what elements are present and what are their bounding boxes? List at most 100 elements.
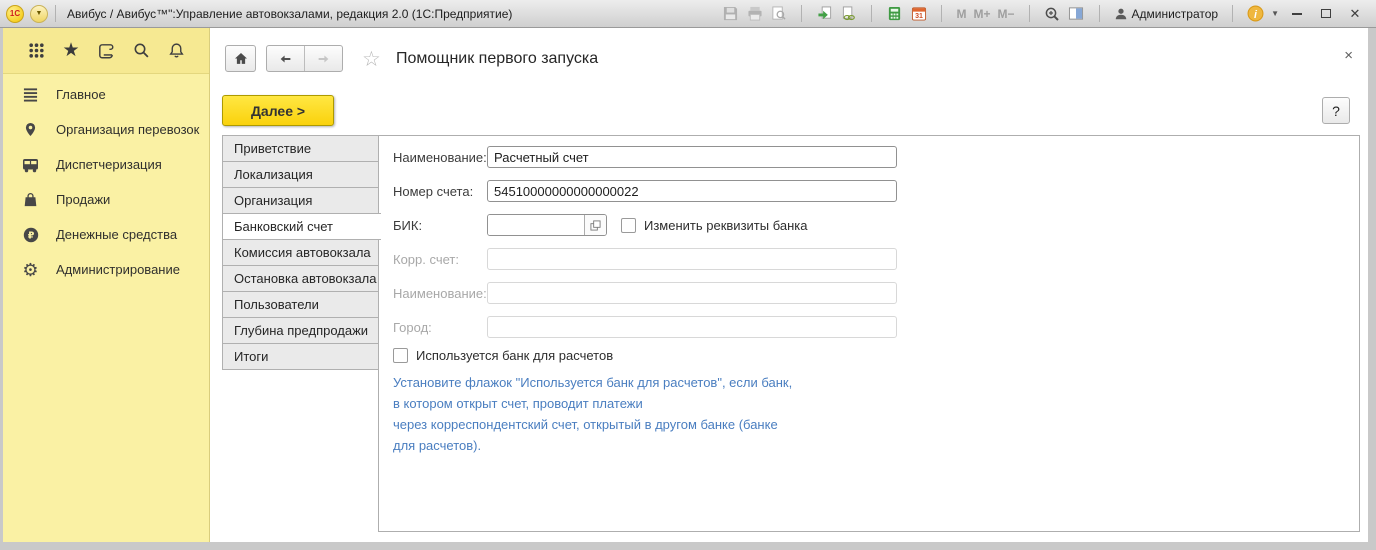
maximize-button[interactable] bbox=[1315, 5, 1337, 23]
help-button[interactable]: ? bbox=[1322, 97, 1350, 124]
sidebar-item-label: Главное bbox=[56, 87, 106, 102]
calendar-icon-glyph: 31 bbox=[911, 6, 927, 21]
tab-organization[interactable]: Организация bbox=[222, 187, 379, 214]
bik-input[interactable] bbox=[488, 215, 584, 235]
memory-add-button[interactable]: M+ bbox=[973, 7, 990, 21]
main-content: ☆ Помощник первого запуска × Далее > ? П… bbox=[210, 28, 1368, 542]
zoom-icon-glyph bbox=[1044, 6, 1060, 22]
next-button[interactable]: Далее > bbox=[222, 95, 334, 126]
account-number-field-label: Номер счета: bbox=[393, 184, 487, 199]
sections-sidebar: ★ Главное bbox=[3, 28, 210, 542]
gear-icon: ⚙ bbox=[20, 261, 41, 279]
memory-recall-button[interactable]: M bbox=[956, 7, 966, 21]
city-input[interactable] bbox=[487, 316, 897, 338]
tab-users[interactable]: Пользователи bbox=[222, 291, 379, 318]
info-icon[interactable]: i bbox=[1247, 5, 1264, 22]
sidebar-item-label: Организация перевозок bbox=[56, 122, 199, 137]
name-field-label: Наименование: bbox=[393, 150, 487, 165]
go-to-link-icon-glyph bbox=[841, 6, 857, 21]
get-link-icon-glyph bbox=[817, 6, 833, 21]
minimize-button[interactable] bbox=[1286, 5, 1308, 23]
tab-presale-depth[interactable]: Глубина предпродажи bbox=[222, 317, 379, 344]
ruble-coin-icon: ₽ bbox=[20, 227, 41, 243]
sidebar-item-money[interactable]: ₽ Денежные средства bbox=[3, 217, 209, 252]
sidebar-item-label: Администрирование bbox=[56, 262, 180, 277]
sidebar-item-main[interactable]: Главное bbox=[3, 77, 209, 112]
bank-name-field-label: Наименование: bbox=[393, 286, 487, 301]
info-dropdown-icon[interactable]: ▼ bbox=[1271, 9, 1279, 18]
zoom-icon[interactable] bbox=[1044, 5, 1061, 22]
home-button[interactable] bbox=[225, 45, 256, 72]
tab-station-stop[interactable]: Остановка автовокзала bbox=[222, 265, 379, 292]
tab-localization[interactable]: Локализация bbox=[222, 161, 379, 188]
sidebar-item-dispatching[interactable]: Диспетчеризация bbox=[3, 147, 209, 182]
bell-icon-glyph bbox=[168, 42, 185, 59]
star-icon: ★ bbox=[62, 41, 79, 60]
name-input[interactable] bbox=[487, 146, 897, 168]
change-bank-details-label: Изменить реквизиты банка bbox=[644, 218, 807, 233]
back-button[interactable] bbox=[267, 46, 305, 71]
current-user-button[interactable]: Администратор bbox=[1114, 7, 1219, 21]
print-preview-icon[interactable] bbox=[770, 5, 787, 22]
navigation-buttons bbox=[266, 45, 343, 72]
sidebar-item-transport-organization[interactable]: Организация перевозок bbox=[3, 112, 209, 147]
uses-bank-for-settlements-checkbox[interactable] bbox=[393, 348, 408, 363]
field-row-corr-account: Корр. счет: bbox=[393, 248, 897, 270]
print-icon[interactable] bbox=[746, 5, 763, 22]
add-to-favorites-star-icon[interactable]: ☆ bbox=[362, 47, 381, 72]
save-icon-glyph bbox=[723, 6, 738, 21]
tab-bank-account[interactable]: Банковский счет bbox=[222, 213, 381, 240]
sidebar-panel-toolbar: ★ bbox=[3, 28, 209, 74]
sidebar-item-sales[interactable]: Продажи bbox=[3, 182, 209, 217]
bank-name-input[interactable] bbox=[487, 282, 897, 304]
forward-button[interactable] bbox=[305, 46, 343, 71]
corr-account-input[interactable] bbox=[487, 248, 897, 270]
location-pin-icon bbox=[20, 121, 41, 138]
calculator-icon-glyph bbox=[887, 6, 902, 21]
1c-logo-icon: 1С bbox=[6, 5, 24, 23]
field-row-uses-bank: Используется банк для расчетов bbox=[393, 348, 613, 363]
close-window-button[interactable]: ✕ bbox=[1344, 5, 1366, 23]
search-icon-glyph bbox=[133, 42, 150, 59]
print-preview-icon-glyph bbox=[771, 6, 786, 21]
history-icon[interactable] bbox=[95, 40, 117, 62]
titlebar-separator bbox=[941, 5, 942, 22]
favorites-star-icon[interactable]: ★ bbox=[60, 40, 82, 62]
sidebar-item-label: Продажи bbox=[56, 192, 110, 207]
menu-grid-icon-glyph bbox=[28, 42, 45, 59]
get-link-icon[interactable] bbox=[816, 5, 833, 22]
history-icon-glyph bbox=[97, 42, 115, 60]
first-launch-wizard: Приветствие Локализация Организация Банк… bbox=[222, 135, 1360, 532]
go-to-link-icon[interactable] bbox=[840, 5, 857, 22]
account-number-input[interactable] bbox=[487, 180, 897, 202]
application-window: 1С ▼ Авибус / Авибус™":Управление автово… bbox=[0, 0, 1376, 550]
field-row-city: Город: bbox=[393, 316, 897, 338]
tab-station-commission[interactable]: Комиссия автовокзала bbox=[222, 239, 379, 266]
bik-field bbox=[487, 214, 607, 236]
calendar-icon[interactable]: 31 bbox=[910, 5, 927, 22]
bus-icon bbox=[20, 157, 41, 173]
notifications-bell-icon[interactable] bbox=[165, 40, 187, 62]
info-icon-glyph: i bbox=[1247, 5, 1264, 22]
wizard-steps-list: Приветствие Локализация Организация Банк… bbox=[222, 135, 380, 370]
memory-subtract-button[interactable]: M− bbox=[997, 7, 1014, 21]
forward-arrow-icon bbox=[316, 53, 331, 65]
calculator-icon[interactable] bbox=[886, 5, 903, 22]
field-row-bik: БИК: Изменить реквизиты банка bbox=[393, 214, 807, 236]
bik-choose-button[interactable] bbox=[584, 215, 606, 235]
menu-grid-icon[interactable] bbox=[25, 40, 47, 62]
titlebar-separator bbox=[801, 5, 802, 22]
search-icon[interactable] bbox=[130, 40, 152, 62]
system-menu-button[interactable]: ▼ bbox=[30, 5, 48, 23]
save-icon[interactable] bbox=[722, 5, 739, 22]
print-icon-glyph bbox=[747, 6, 763, 21]
sidebar-item-administration[interactable]: ⚙ Администрирование bbox=[3, 252, 209, 287]
change-bank-details-checkbox[interactable] bbox=[621, 218, 636, 233]
hamburger-icon bbox=[20, 87, 41, 102]
uses-bank-for-settlements-label: Используется банк для расчетов bbox=[416, 348, 613, 363]
split-window-icon[interactable] bbox=[1068, 5, 1085, 22]
tab-results[interactable]: Итоги bbox=[222, 343, 379, 370]
tab-welcome[interactable]: Приветствие bbox=[222, 135, 379, 162]
field-row-name: Наименование: bbox=[393, 146, 897, 168]
close-form-icon[interactable]: × bbox=[1344, 47, 1353, 64]
